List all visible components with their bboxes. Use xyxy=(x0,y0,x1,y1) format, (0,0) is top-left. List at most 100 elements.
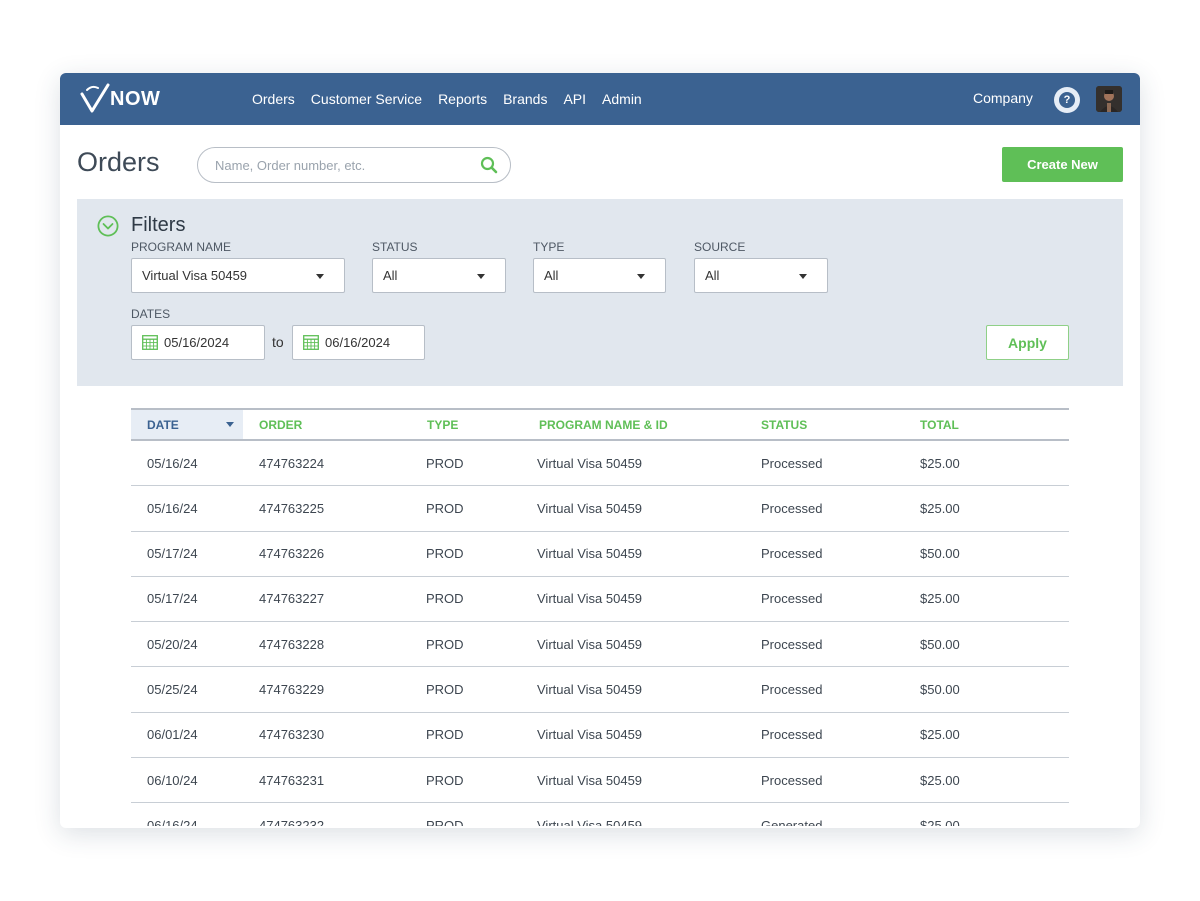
cell-order-number: 474763228 xyxy=(259,636,325,652)
cell-type: PROD xyxy=(426,591,464,607)
nav-api[interactable]: API xyxy=(563,91,586,107)
column-header-status[interactable]: STATUS xyxy=(761,410,807,439)
cell-status: Processed xyxy=(761,681,823,697)
date-from-field[interactable]: 05/16/2024 xyxy=(131,325,265,360)
table-row[interactable]: 06/01/24 474763230 PROD Virtual Visa 50459 P… xyxy=(131,713,1069,759)
cell-date: 05/20/24 xyxy=(147,636,198,652)
cell-status: Processed xyxy=(761,455,823,471)
table-header: DATE ORDER TYPE PROGRAM NAME & ID STATUS… xyxy=(131,408,1069,441)
brand-logo[interactable]: NOW xyxy=(78,82,160,116)
cell-type: PROD xyxy=(426,500,464,516)
cell-date: 05/17/24 xyxy=(147,591,198,607)
cell-date: 06/01/24 xyxy=(147,727,198,743)
table-row[interactable]: 05/20/24 474763228 PROD Virtual Visa 50459 P… xyxy=(131,622,1069,668)
company-menu[interactable]: Company xyxy=(973,90,1033,106)
nav-admin[interactable]: Admin xyxy=(602,91,642,107)
nav-reports[interactable]: Reports xyxy=(438,91,487,107)
cell-order-number: 474763227 xyxy=(259,591,325,607)
date-to-field[interactable]: 06/16/2024 xyxy=(292,325,425,360)
cell-program: Virtual Visa 50459 xyxy=(537,681,643,697)
source-value: All xyxy=(705,268,720,283)
table-row[interactable]: 05/16/24 474763224 PROD Virtual Visa 50459 P… xyxy=(131,441,1069,487)
chevron-down-icon xyxy=(637,274,645,279)
cell-date: 05/17/24 xyxy=(147,546,198,562)
avatar-image xyxy=(1096,86,1122,112)
cell-program: Virtual Visa 50459 xyxy=(537,546,643,562)
cell-date: 06/10/24 xyxy=(147,772,198,788)
cell-total: $50.00 xyxy=(920,681,960,697)
cell-type: PROD xyxy=(426,817,464,826)
program-name-select[interactable]: Virtual Visa 50459 xyxy=(131,258,345,293)
cell-order-number: 474763226 xyxy=(259,546,325,562)
status-value: All xyxy=(383,268,398,283)
column-header-order[interactable]: ORDER xyxy=(259,410,302,439)
column-header-type[interactable]: TYPE xyxy=(427,410,458,439)
cell-type: PROD xyxy=(426,455,464,471)
user-avatar[interactable] xyxy=(1096,86,1122,112)
cell-type: PROD xyxy=(426,727,464,743)
cell-program: Virtual Visa 50459 xyxy=(537,500,643,516)
cell-date: 05/25/24 xyxy=(147,681,198,697)
cell-total: $50.00 xyxy=(920,546,960,562)
search-icon[interactable] xyxy=(480,156,498,174)
cell-type: PROD xyxy=(426,636,464,652)
date-from-value: 05/16/2024 xyxy=(164,335,230,350)
cell-program: Virtual Visa 50459 xyxy=(537,591,643,607)
cell-total: $25.00 xyxy=(920,500,960,516)
status-select[interactable]: All xyxy=(372,258,506,293)
cell-order-number: 474763232 xyxy=(259,817,325,826)
program-name-label: PROGRAM NAME xyxy=(131,240,232,254)
create-new-button[interactable]: Create New xyxy=(1002,147,1123,182)
search-input[interactable] xyxy=(215,157,470,173)
table-row[interactable]: 05/17/24 474763226 PROD Virtual Visa 50459 P… xyxy=(131,532,1069,577)
calendar-icon xyxy=(142,335,158,350)
table-row[interactable]: 05/16/24 474763225 PROD Virtual Visa 50459 P… xyxy=(131,486,1069,532)
chevron-down-icon xyxy=(316,274,324,279)
status-label: STATUS xyxy=(372,240,418,254)
column-header-date-label: DATE xyxy=(147,417,179,432)
type-label: TYPE xyxy=(533,240,565,254)
filters-title: Filters xyxy=(131,214,186,236)
cell-total: $25.00 xyxy=(920,817,960,826)
type-select[interactable]: All xyxy=(533,258,666,293)
nav-customer-service[interactable]: Customer Service xyxy=(311,91,422,107)
source-label: SOURCE xyxy=(694,240,746,254)
search-box[interactable] xyxy=(197,147,511,183)
cell-status: Processed xyxy=(761,500,823,516)
chevron-down-circle-icon[interactable] xyxy=(97,215,119,237)
sort-desc-icon xyxy=(226,422,234,427)
page-title: Orders xyxy=(77,147,160,177)
source-select[interactable]: All xyxy=(694,258,828,293)
help-icon[interactable]: ? xyxy=(1054,87,1080,113)
table-row[interactable]: 06/16/24 474763232 PROD Virtual Visa 50459 G… xyxy=(131,803,1069,826)
cell-type: PROD xyxy=(426,546,464,562)
cell-program: Virtual Visa 50459 xyxy=(537,727,643,743)
help-glyph: ? xyxy=(1059,92,1075,108)
cell-status: Processed xyxy=(761,546,823,562)
cell-date: 06/16/24 xyxy=(147,817,198,826)
column-header-total[interactable]: TOTAL xyxy=(920,410,959,439)
dates-label: DATES xyxy=(131,307,171,321)
nav-brands[interactable]: Brands xyxy=(503,91,547,107)
table-row[interactable]: 06/10/24 474763231 PROD Virtual Visa 50459 P… xyxy=(131,758,1069,804)
chevron-down-icon xyxy=(477,274,485,279)
cell-status: Processed xyxy=(761,591,823,607)
column-header-program[interactable]: PROGRAM NAME & ID xyxy=(539,410,668,439)
main-nav: Orders Customer Service Reports Brands A… xyxy=(252,73,642,125)
cell-date: 05/16/24 xyxy=(147,500,198,516)
table-row[interactable]: 05/25/24 474763229 PROD Virtual Visa 50459 P… xyxy=(131,667,1069,713)
cell-order-number: 474763230 xyxy=(259,727,325,743)
cell-program: Virtual Visa 50459 xyxy=(537,636,643,652)
table-row[interactable]: 05/17/24 474763227 PROD Virtual Visa 50459 P… xyxy=(131,577,1069,623)
column-header-date[interactable]: DATE xyxy=(131,410,243,439)
nav-orders[interactable]: Orders xyxy=(252,91,295,107)
cell-program: Virtual Visa 50459 xyxy=(537,817,643,826)
cell-total: $25.00 xyxy=(920,772,960,788)
date-to-value: 06/16/2024 xyxy=(325,335,391,350)
top-nav-bar: NOW Orders Customer Service Reports Bran… xyxy=(60,73,1140,125)
cell-status: Processed xyxy=(761,727,823,743)
cell-status: Generated xyxy=(761,817,823,826)
apply-button[interactable]: Apply xyxy=(986,325,1069,360)
cell-total: $50.00 xyxy=(920,636,960,652)
cell-status: Processed xyxy=(761,772,823,788)
